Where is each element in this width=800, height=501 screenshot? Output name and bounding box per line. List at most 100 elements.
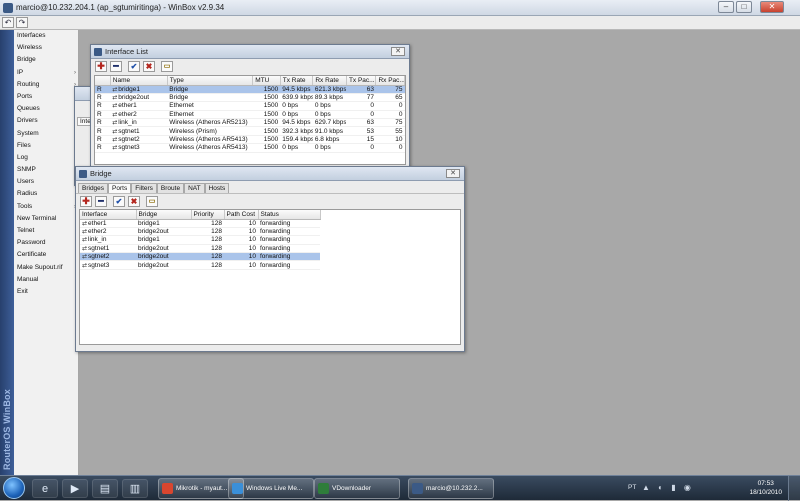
cell-name: ⇄bridge2out	[110, 93, 168, 103]
cell-status: forwarding	[258, 244, 320, 254]
sidebar-item-log[interactable]: Log	[14, 152, 78, 164]
cell-bridge: bridge2out	[136, 260, 191, 270]
table-row[interactable]: R ⇄sgtnet1 Wireless (Prism) 1500 392.3 kbps 9…	[95, 126, 405, 136]
tab-broute[interactable]: Broute	[156, 183, 185, 193]
taskbar-task[interactable]: VDownloader	[314, 478, 400, 499]
language-indicator[interactable]: PT	[628, 484, 636, 491]
column-header[interactable]: Priority	[191, 210, 225, 220]
cell-value: R	[97, 127, 102, 135]
internet-explorer-icon[interactable]: e	[32, 479, 58, 498]
tab-hosts[interactable]: Hosts	[204, 183, 230, 193]
comment-icon[interactable]: ▭	[161, 61, 173, 72]
sidebar-item-exit[interactable]: Exit	[14, 286, 78, 298]
table-row[interactable]: R ⇄link_in Wireless (Atheros AR5213) 1500 94…	[95, 118, 405, 128]
table-row[interactable]: ⇄link_in bridge1 128 10 forwarding	[80, 235, 320, 245]
taskbar-task[interactable]: marcio@10.232.2...	[408, 478, 494, 499]
column-header[interactable]: Path Cost	[224, 210, 259, 220]
remove-icon[interactable]: ━	[95, 196, 107, 207]
table-row[interactable]: R ⇄ether2 Ethernet 1500 0 bps 0 bps 0 0	[95, 110, 405, 120]
tab-filters[interactable]: Filters	[131, 183, 157, 193]
sidebar-item-telnet[interactable]: Telnet	[14, 225, 78, 237]
maximize-button[interactable]: □	[736, 1, 752, 13]
add-icon[interactable]: ✚	[80, 196, 92, 207]
column-header[interactable]: Tx Rate	[280, 76, 314, 86]
table-row[interactable]: ⇄sgtnet2 bridge2out 128 10 forwarding	[80, 252, 320, 262]
column-header[interactable]: Rx Pac...	[375, 76, 405, 86]
minimize-button[interactable]: –	[718, 1, 734, 13]
table-row[interactable]: R ⇄bridge2out Bridge 1500 639.9 kbps 89.3 kbp…	[95, 93, 405, 103]
column-header[interactable]: Bridge	[136, 210, 192, 220]
column-header[interactable]: Tx Pac...	[346, 76, 377, 86]
media-player-icon[interactable]: ▶	[62, 479, 88, 498]
table-row[interactable]: ⇄sgtnet3 bridge2out 128 10 forwarding	[80, 260, 320, 270]
show-desktop-button[interactable]	[788, 476, 800, 501]
sidebar-item-ip[interactable]: IP ›	[14, 67, 78, 79]
sidebar-item-users[interactable]: Users	[14, 176, 78, 188]
sidebar-item-queues[interactable]: Queues	[14, 103, 78, 115]
interface-list-close-button[interactable]: ✕	[391, 47, 405, 56]
tab-bridges[interactable]: Bridges	[78, 183, 109, 193]
cell-value: link_in	[88, 236, 107, 244]
sidebar-item-interfaces[interactable]: Interfaces	[14, 30, 78, 42]
cell-value: 0 bps	[314, 110, 331, 118]
enable-icon[interactable]: ✔	[113, 196, 125, 207]
sidebar-item-files[interactable]: Files	[14, 140, 78, 152]
column-header[interactable]: Rx Rate	[312, 76, 347, 86]
disable-icon[interactable]: ✖	[143, 61, 155, 72]
cell-value: 94.5 kbps	[282, 85, 311, 93]
sidebar-item-ports[interactable]: Ports	[14, 91, 78, 103]
disable-icon[interactable]: ✖	[128, 196, 140, 207]
column-header[interactable]: Type	[167, 76, 254, 86]
sidebar-item-snmp[interactable]: SNMP	[14, 164, 78, 176]
table-row[interactable]: R ⇄sgtnet3 Wireless (Atheros AR5413) 1500 0 …	[95, 143, 405, 153]
undo-icon[interactable]: ↶	[2, 17, 14, 28]
enable-icon[interactable]: ✔	[128, 61, 140, 72]
sidebar-item-drivers[interactable]: Drivers	[14, 115, 78, 127]
table-row[interactable]: R ⇄ether1 Ethernet 1500 0 bps 0 bps 0 0	[95, 101, 405, 111]
sidebar-item-bridge[interactable]: Bridge	[14, 54, 78, 66]
files-icon[interactable]: ▥	[122, 479, 148, 498]
taskbar-task[interactable]: Windows Live Me...	[228, 478, 314, 499]
add-icon[interactable]: ✚	[95, 61, 107, 72]
column-header[interactable]: Interface	[80, 210, 137, 220]
close-button[interactable]: ✕	[760, 1, 784, 13]
table-row[interactable]: R ⇄bridge1 Bridge 1500 94.5 kbps 621.3 kbps 63…	[95, 85, 405, 94]
sidebar-item-label: Radius	[17, 190, 38, 198]
sidebar-item-new-terminal[interactable]: New Terminal	[14, 213, 78, 225]
sidebar-item-manual[interactable]: Manual	[14, 274, 78, 286]
cell-value: Ethernet	[169, 110, 194, 118]
cell-name: ⇄ether1	[110, 101, 168, 111]
cell-type: Wireless (Atheros AR5213)	[167, 118, 253, 128]
bridge-close-button[interactable]: ✕	[446, 169, 460, 178]
column-header[interactable]	[95, 76, 111, 86]
table-row[interactable]: R ⇄sgtnet2 Wireless (Atheros AR5413) 1500 15…	[95, 135, 405, 145]
folder-icon[interactable]: ▤	[92, 479, 118, 498]
sidebar-item-system[interactable]: System›	[14, 128, 78, 140]
column-header[interactable]: MTU	[252, 76, 281, 86]
cell-value: ether1	[118, 102, 137, 110]
sidebar-item-tools[interactable]: Tools›	[14, 201, 78, 213]
remove-icon[interactable]: ━	[110, 61, 122, 72]
table-row[interactable]: ⇄sgtnet1 bridge2out 128 10 forwarding	[80, 244, 320, 254]
tab-nat[interactable]: NAT	[184, 183, 205, 193]
comment-icon[interactable]: ▭	[146, 196, 158, 207]
sidebar-item-password[interactable]: Password	[14, 237, 78, 249]
sidebar-item-make-supout-rif[interactable]: Make Supout.rif	[14, 262, 78, 274]
cell-value: sgtnet2	[88, 253, 110, 261]
sidebar-item-certificate[interactable]: Certificate	[14, 249, 78, 261]
tray-icons[interactable]: ▲ ◐ ▮ ◉	[642, 483, 694, 492]
clock[interactable]: 07:53 18/10/2010	[749, 479, 782, 497]
start-button[interactable]	[3, 477, 25, 499]
sidebar-item-label: Telnet	[17, 227, 35, 234]
cell-value: 0 bps	[282, 110, 299, 118]
sidebar-item-radius[interactable]: Radius	[14, 188, 78, 200]
redo-icon[interactable]: ↷	[16, 17, 28, 28]
cell-value: 75	[395, 85, 403, 93]
column-header[interactable]: Name	[110, 76, 168, 86]
sidebar-item-wireless[interactable]: Wireless	[14, 42, 78, 54]
table-row[interactable]: ⇄ether2 bridge2out 128 10 forwarding	[80, 227, 320, 237]
column-header[interactable]: Status	[258, 210, 321, 220]
sidebar-item-label: Drivers	[17, 117, 38, 125]
table-row[interactable]: ⇄ether1 bridge1 128 10 forwarding	[80, 219, 320, 228]
sidebar-item-routing[interactable]: Routing ›	[14, 79, 78, 91]
